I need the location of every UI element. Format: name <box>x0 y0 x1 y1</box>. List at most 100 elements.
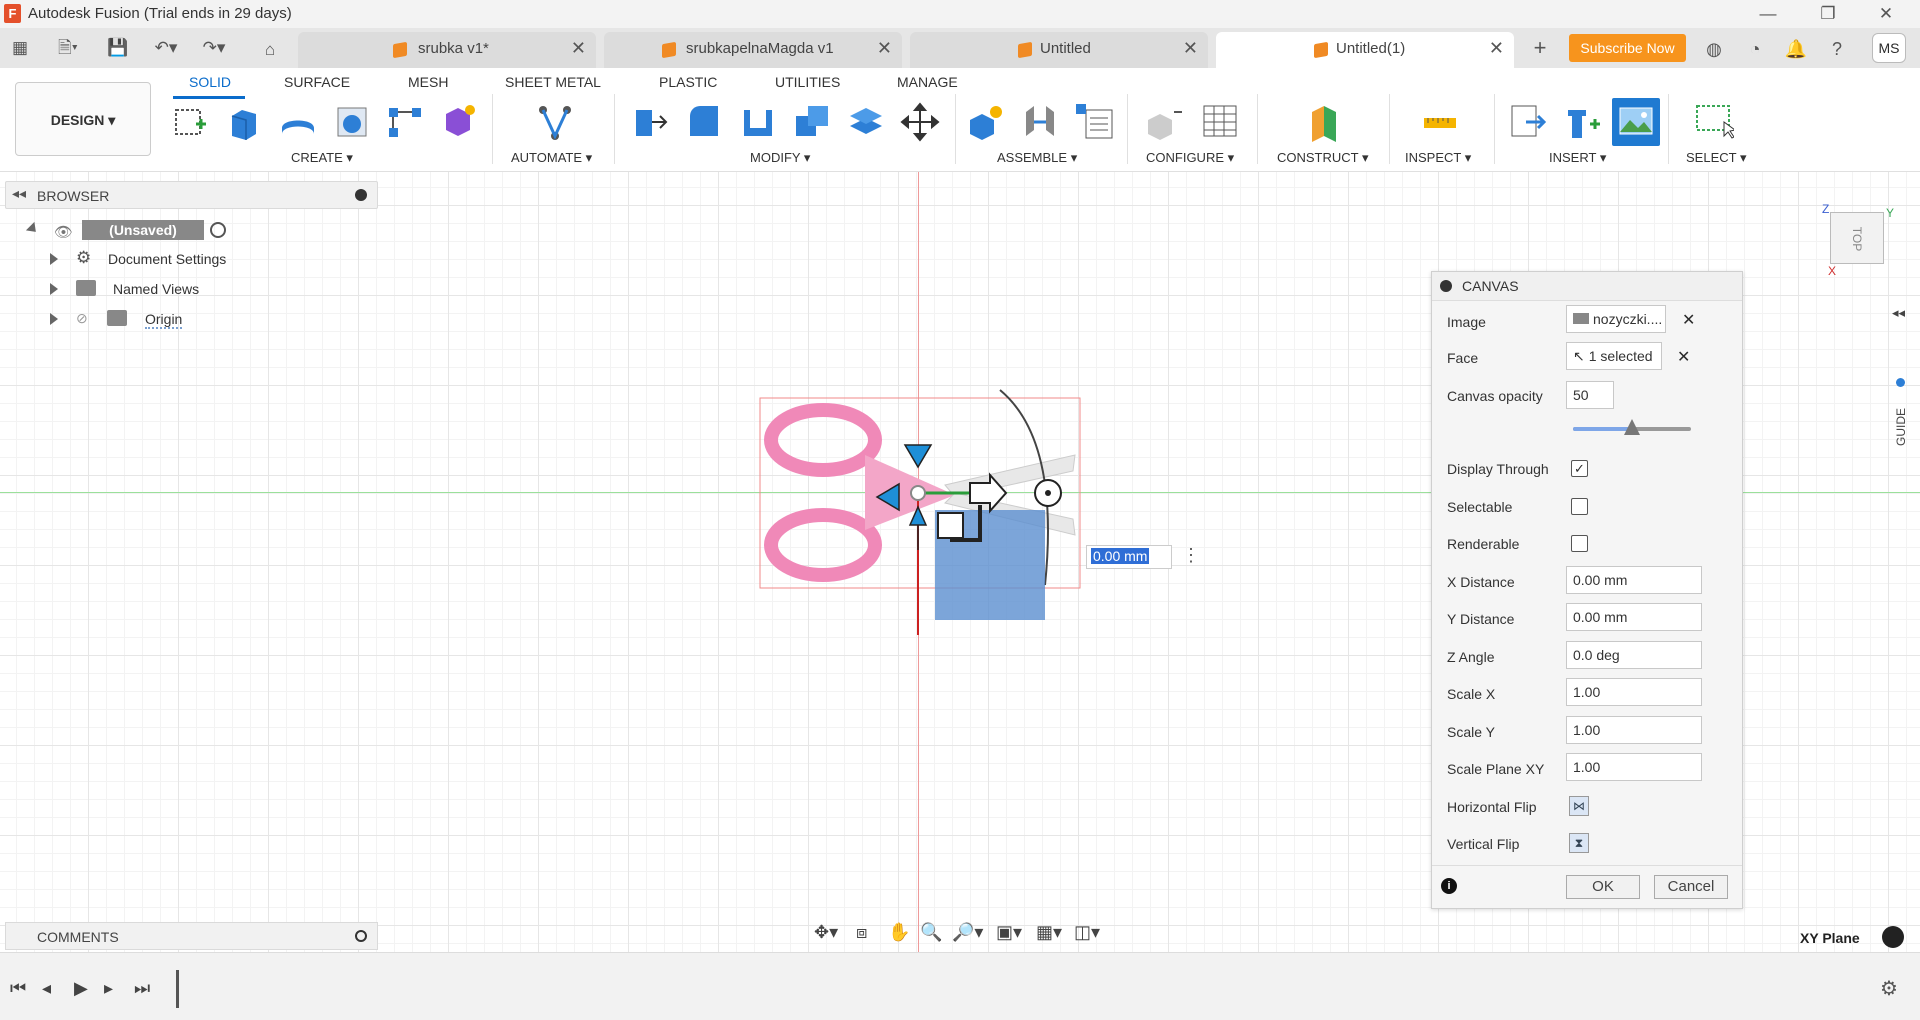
hole-icon[interactable] <box>332 102 372 142</box>
tab-surface[interactable]: SURFACE <box>284 74 350 90</box>
visibility-eye-icon[interactable]: 👁 <box>54 223 73 241</box>
scale-x-input[interactable]: 1.00 <box>1566 678 1702 706</box>
close-tab-icon[interactable]: ✕ <box>877 38 892 59</box>
go-to-start-icon[interactable]: ⏮ <box>10 978 26 999</box>
extrude-icon[interactable] <box>224 102 264 142</box>
canvas-dialog-header[interactable]: CANVAS <box>1432 272 1742 301</box>
create-group-label[interactable]: CREATE ▾ <box>291 150 353 166</box>
construct-group-label[interactable]: CONSTRUCT ▾ <box>1277 150 1369 166</box>
move-copy-icon[interactable] <box>900 102 940 142</box>
press-pull-icon[interactable] <box>630 102 670 142</box>
save-icon[interactable]: 💾 <box>104 34 132 62</box>
info-icon[interactable]: i <box>1441 878 1457 894</box>
tree-item-origin[interactable]: Origin <box>145 311 183 329</box>
fit-icon[interactable]: 🔎▾ <box>952 922 983 943</box>
form-icon[interactable] <box>438 102 478 142</box>
collapse-panel-icon[interactable]: ◂◂ <box>12 185 26 202</box>
inspect-group-label[interactable]: INSPECT ▾ <box>1405 150 1471 166</box>
restore-icon[interactable]: ❐ <box>1808 2 1848 26</box>
help-icon[interactable]: ? <box>1824 36 1850 62</box>
x-distance-input[interactable]: 0.00 mm <box>1566 566 1702 594</box>
undo-icon[interactable]: ↶▾ <box>146 34 186 62</box>
select-box-icon[interactable] <box>1694 102 1737 142</box>
collapse-dialog-icon[interactable] <box>1440 280 1452 292</box>
step-forward-icon[interactable]: ▸ <box>104 978 113 999</box>
tab-manage[interactable]: MANAGE <box>897 74 958 90</box>
joint-icon[interactable] <box>1020 102 1060 142</box>
tab-sheet-metal[interactable]: SHEET METAL <box>505 74 601 90</box>
construct-plane-icon[interactable] <box>1304 102 1344 142</box>
create-sketch-icon[interactable] <box>170 102 210 142</box>
measure-icon[interactable] <box>1420 102 1460 142</box>
y-distance-input[interactable]: 0.00 mm <box>1566 603 1702 631</box>
configure-table-icon[interactable] <box>1200 102 1240 142</box>
tree-expand-icon[interactable] <box>50 313 58 325</box>
renderable-checkbox[interactable] <box>1571 535 1588 552</box>
avatar[interactable]: MS <box>1872 33 1906 63</box>
tab-solid[interactable]: SOLID <box>189 74 231 90</box>
combine-icon[interactable] <box>792 102 832 142</box>
image-select-field[interactable]: nozyczki.... <box>1566 305 1666 333</box>
step-back-icon[interactable]: ◂ <box>42 978 51 999</box>
insert-canvas-icon[interactable] <box>1612 98 1660 146</box>
close-tab-icon[interactable]: ✕ <box>571 38 586 59</box>
expand-guide-icon[interactable]: ◂◂ <box>1892 305 1905 321</box>
close-tab-icon[interactable]: ✕ <box>1183 38 1198 59</box>
tree-expand-icon[interactable] <box>50 253 58 265</box>
clear-face-icon[interactable]: ✕ <box>1677 347 1690 367</box>
pattern-icon[interactable] <box>385 102 425 142</box>
scale-y-input[interactable]: 1.00 <box>1566 716 1702 744</box>
hidden-eye-icon[interactable]: ⊘ <box>76 310 88 327</box>
orbit-icon[interactable]: ✥▾ <box>814 922 838 943</box>
z-angle-input[interactable]: 0.0 deg <box>1566 641 1702 669</box>
cancel-button[interactable]: Cancel <box>1654 875 1728 899</box>
viewcube[interactable]: TOP <box>1830 212 1884 264</box>
go-to-end-icon[interactable]: ⏭ <box>134 978 150 999</box>
ok-button[interactable]: OK <box>1566 875 1640 899</box>
comments-panel-header[interactable]: COMMENTS <box>5 922 378 950</box>
zoom-icon[interactable]: 🔍 <box>920 922 942 943</box>
close-tab-icon[interactable]: ✕ <box>1489 38 1504 59</box>
assemble-group-label[interactable]: ASSEMBLE ▾ <box>997 150 1077 166</box>
configure-icon[interactable] <box>1144 102 1184 142</box>
automate-group-label[interactable]: AUTOMATE ▾ <box>511 150 592 166</box>
insert-derive-icon[interactable] <box>1508 102 1548 142</box>
pin-panel-icon[interactable] <box>355 189 367 201</box>
look-at-icon[interactable]: ⧈ <box>856 922 867 943</box>
modify-group-label[interactable]: MODIFY ▾ <box>750 150 810 166</box>
distance-input[interactable]: 0.00 mm <box>1086 545 1172 569</box>
new-tab-icon[interactable]: + <box>1526 34 1554 62</box>
automate-icon[interactable] <box>535 102 575 142</box>
tab-untitled[interactable]: Untitled ✕ <box>910 32 1208 68</box>
file-menu-icon[interactable]: 🗎▾ <box>48 34 88 62</box>
shell-icon[interactable] <box>738 102 778 142</box>
display-settings-icon[interactable]: ▣▾ <box>996 922 1022 943</box>
configure-group-label[interactable]: CONFIGURE ▾ <box>1146 150 1234 166</box>
job-status-icon[interactable]: ◔ <box>1742 36 1768 62</box>
add-comment-icon[interactable] <box>355 930 367 942</box>
tab-untitled-1[interactable]: Untitled(1) ✕ <box>1216 32 1514 68</box>
minimize-icon[interactable]: — <box>1748 2 1788 26</box>
tab-mesh[interactable]: MESH <box>408 74 448 90</box>
tree-item-named-views[interactable]: Named Views <box>113 281 199 297</box>
offset-face-icon[interactable] <box>846 102 886 142</box>
tree-expand-icon[interactable] <box>50 283 58 295</box>
tab-srubka[interactable]: srubka v1* ✕ <box>298 32 596 68</box>
horizontal-flip-icon[interactable]: ⋈ <box>1569 796 1589 816</box>
revolve-icon[interactable] <box>278 102 318 142</box>
face-select-field[interactable]: ↖ 1 selected <box>1566 342 1662 370</box>
root-component[interactable]: (Unsaved) <box>82 220 204 240</box>
tree-item-document-settings[interactable]: Document Settings <box>108 251 226 267</box>
clear-image-icon[interactable]: ✕ <box>1682 310 1695 330</box>
insert-mcmaster-icon[interactable] <box>1562 102 1602 142</box>
notifications-icon[interactable]: 🔔 <box>1783 36 1809 62</box>
insert-group-label[interactable]: INSERT ▾ <box>1549 150 1606 166</box>
subscribe-button[interactable]: Subscribe Now <box>1569 34 1686 62</box>
viewports-icon[interactable]: ◫▾ <box>1074 922 1100 943</box>
home-icon[interactable]: ⌂ <box>256 36 284 64</box>
more-options-icon[interactable]: ⋮ <box>1182 545 1200 566</box>
apps-grid-icon[interactable]: ▦ <box>6 34 34 62</box>
workspace-switcher[interactable]: DESIGN ▾ <box>15 82 151 156</box>
vertical-flip-icon[interactable]: ⧗ <box>1569 833 1589 853</box>
opacity-input[interactable]: 50 <box>1566 381 1614 409</box>
